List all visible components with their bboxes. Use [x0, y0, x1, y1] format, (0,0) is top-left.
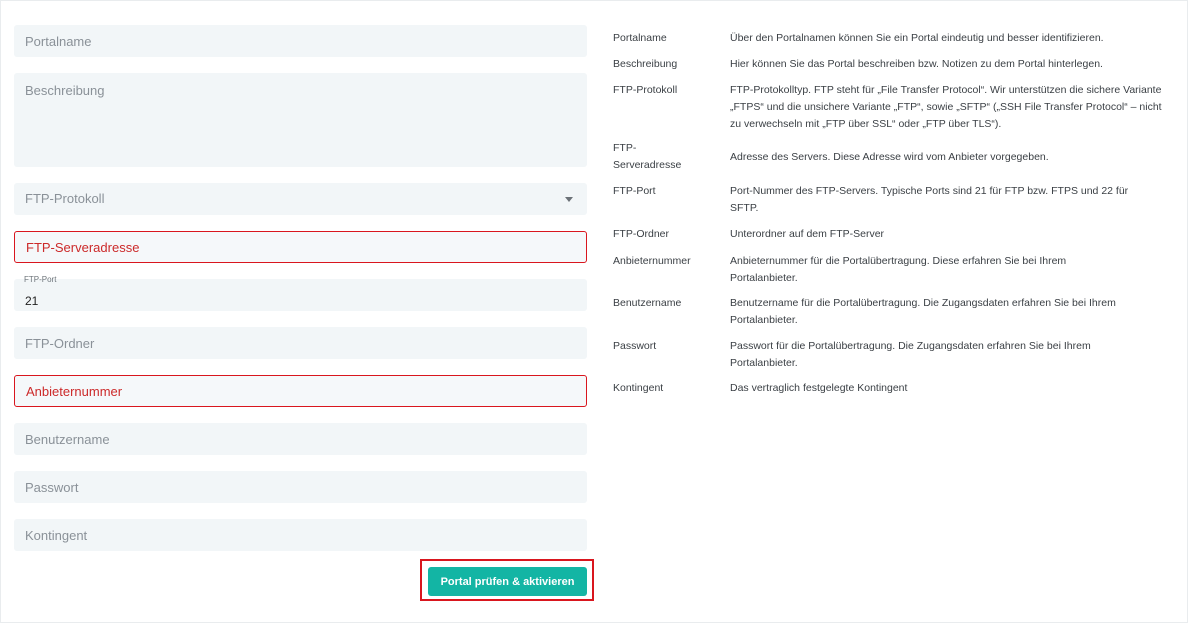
help-desc: Über den Portalnamen können Sie ein Port… — [730, 32, 1104, 44]
help-term: Benutzername — [613, 297, 682, 309]
help-term: FTP-Serveradresse — [613, 142, 682, 171]
help-term: FTP-Ordner — [613, 228, 670, 240]
serveradresse-field[interactable] — [14, 231, 587, 263]
help-desc: Benutzername für die Portalübertragung. … — [730, 297, 1116, 326]
ordner-input[interactable] — [14, 327, 587, 359]
help-desc: Anbieternummer für die Portalübertragung… — [730, 255, 1067, 284]
portalname-field[interactable] — [14, 25, 587, 57]
port-field[interactable]: FTP-Port — [14, 275, 587, 311]
port-floating-label: FTP-Port — [24, 275, 57, 284]
beschreibung-input[interactable] — [14, 73, 587, 167]
anbieternummer-field[interactable] — [14, 375, 587, 407]
portalname-input[interactable] — [14, 25, 587, 57]
portal-activate-button[interactable]: Portal prüfen & aktivieren — [428, 567, 587, 596]
help-desc: Port-Nummer des FTP-Servers. Typische Po… — [730, 185, 1129, 214]
kontingent-input[interactable] — [14, 519, 587, 551]
protokoll-select[interactable]: FTP-Protokoll — [14, 183, 587, 215]
kontingent-field[interactable] — [14, 519, 587, 551]
help-desc: FTP-Protokolltyp. FTP steht für „File Tr… — [730, 84, 1162, 130]
ordner-field[interactable] — [14, 327, 587, 359]
chevron-down-icon[interactable] — [565, 197, 573, 202]
port-input[interactable] — [14, 279, 587, 311]
help-term: FTP-Port — [613, 185, 656, 197]
help-desc: Hier können Sie das Portal beschreiben b… — [730, 58, 1103, 70]
help-term: Kontingent — [613, 382, 664, 394]
help-term: Passwort — [613, 340, 657, 352]
help-term: Anbieternummer — [613, 255, 691, 267]
help-desc: Passwort für die Portalübertragung. Die … — [730, 340, 1091, 369]
benutzername-field[interactable] — [14, 423, 587, 455]
help-desc: Unterordner auf dem FTP-Server — [730, 228, 885, 240]
passwort-field[interactable] — [14, 471, 587, 503]
help-desc: Adresse des Servers. Diese Adresse wird … — [730, 151, 1049, 163]
help-term: Portalname — [613, 32, 667, 44]
benutzername-input[interactable] — [14, 423, 587, 455]
serveradresse-input[interactable] — [15, 232, 586, 262]
help-term: FTP-Protokoll — [613, 84, 678, 96]
passwort-input[interactable] — [14, 471, 587, 503]
protokoll-select-text: FTP-Protokoll — [25, 191, 105, 206]
help-desc: Das vertraglich festgelegte Kontingent — [730, 382, 908, 394]
help-term: Beschreibung — [613, 58, 678, 70]
anbieternummer-input[interactable] — [15, 376, 586, 406]
beschreibung-field[interactable] — [14, 73, 587, 167]
